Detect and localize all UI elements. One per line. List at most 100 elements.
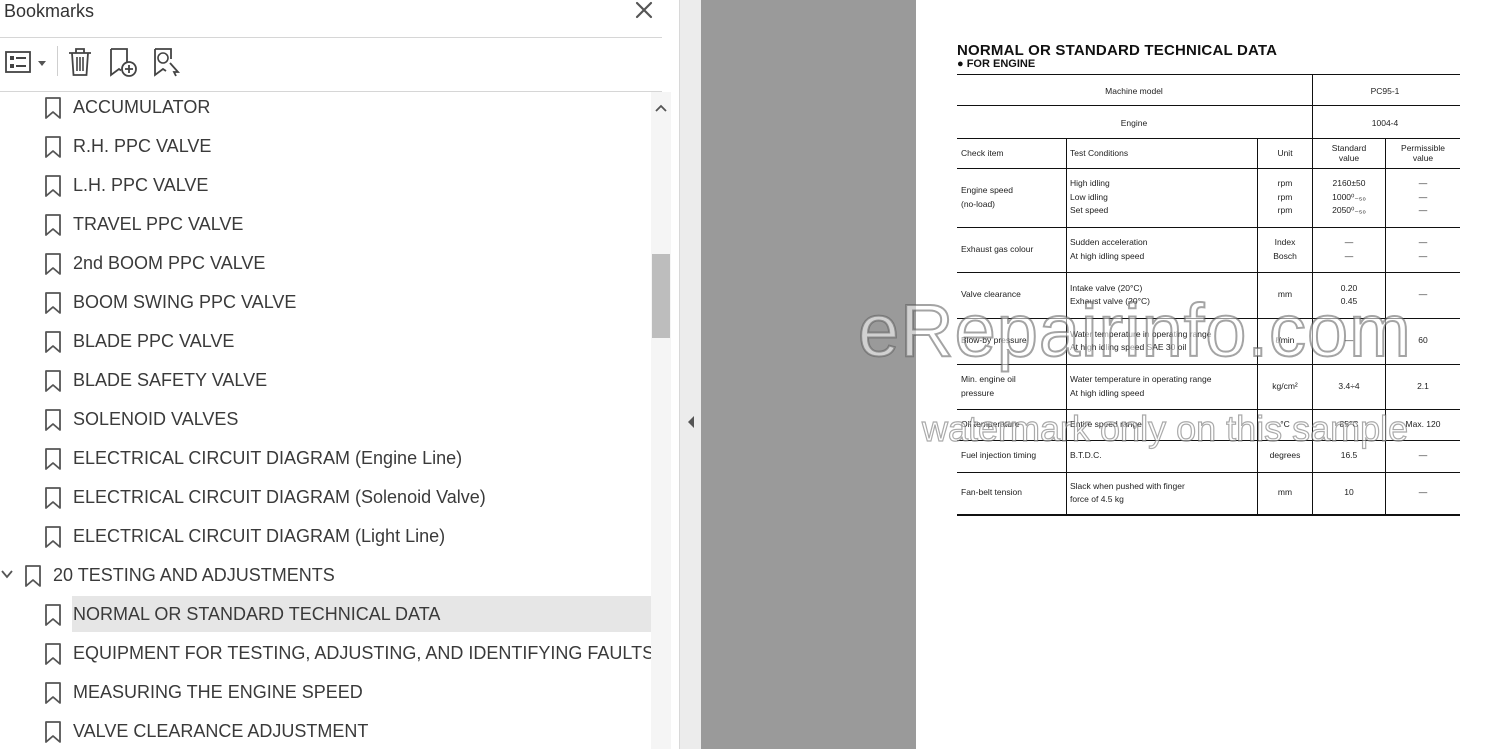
test-condition: Low idling xyxy=(1070,191,1108,202)
test-condition: Set speed xyxy=(1070,205,1109,216)
unit-value: degrees xyxy=(1269,450,1301,461)
unit-value: kg/cm² xyxy=(1272,380,1298,391)
permissible-value: — xyxy=(1418,250,1428,261)
bookmark-label: ACCUMULATOR xyxy=(73,97,211,117)
test-condition: At high idling speed xyxy=(1070,250,1145,261)
test-condition: Water temperature in operating range xyxy=(1070,374,1212,384)
test-condition: Sudden acceleration xyxy=(1070,237,1148,247)
bookmark-item[interactable]: BLADE SAFETY VALVE xyxy=(0,362,651,398)
add-bookmark-icon[interactable] xyxy=(106,45,140,79)
find-bookmark-icon[interactable] xyxy=(150,45,184,79)
chevron-down-icon[interactable] xyxy=(0,567,14,581)
engine-value: 1004-4 xyxy=(1371,118,1399,128)
standard-value: 2050⁰₋₅₀ xyxy=(1332,205,1366,216)
permissible-value: — xyxy=(1418,237,1428,247)
bookmark-icon xyxy=(42,213,64,237)
test-condition: At high idling speed xyxy=(1070,387,1145,398)
bookmark-item[interactable]: TRAVEL PPC VALVE xyxy=(0,206,651,242)
standard-value: 10 xyxy=(1344,487,1354,498)
standard-value: 16.5 xyxy=(1340,450,1358,461)
permissible-value: — xyxy=(1418,205,1428,216)
check-item: pressure xyxy=(961,387,995,398)
close-icon[interactable] xyxy=(632,0,656,22)
bookmarks-toolbar xyxy=(0,40,662,88)
check-item: Exhaust gas colour xyxy=(961,243,1034,254)
toolbar-separator xyxy=(57,46,58,76)
unit-value: mm xyxy=(1277,487,1293,498)
permissible-value: — xyxy=(1418,487,1428,498)
divider xyxy=(0,37,662,38)
permissible-value: — xyxy=(1418,191,1428,202)
test-condition: force of 4.5 kg xyxy=(1070,494,1124,504)
document-subtitle: ● FOR ENGINE xyxy=(957,58,1036,70)
bookmark-icon xyxy=(42,291,64,315)
bookmark-item[interactable]: MEASURING THE ENGINE SPEED xyxy=(0,674,651,710)
check-item: Engine speed xyxy=(961,185,1013,195)
bookmark-item[interactable]: BOOM SWING PPC VALVE xyxy=(0,284,651,320)
bookmark-item[interactable]: R.H. PPC VALVE xyxy=(0,128,651,164)
engine-label: Engine xyxy=(1120,118,1148,128)
bookmark-icon xyxy=(42,330,64,354)
bookmark-item[interactable]: ELECTRICAL CIRCUIT DIAGRAM (Engine Line) xyxy=(0,440,651,476)
permissible-value: — xyxy=(1418,450,1428,461)
permissible-value: — xyxy=(1418,178,1428,189)
bookmark-label: L.H. PPC VALVE xyxy=(73,175,209,195)
bookmark-icon xyxy=(42,720,64,744)
column-header: Unit xyxy=(1277,148,1293,158)
standard-value: 3.4÷4 xyxy=(1338,380,1360,391)
bookmark-icon xyxy=(22,564,44,588)
bookmark-tree: ACCUMULATOR R.H. PPC VALVE L.H. PPC VALVE T… xyxy=(0,88,655,749)
bookmark-item[interactable]: ACCUMULATOR xyxy=(0,89,651,125)
test-condition: B.T.D.C. xyxy=(1070,450,1102,461)
bookmark-label: VALVE CLEARANCE ADJUSTMENT xyxy=(73,721,369,741)
watermark-sub: watermark only on this sample xyxy=(921,407,1409,449)
check-item: Min. engine oil xyxy=(961,374,1016,384)
bookmark-icon xyxy=(42,681,64,705)
bookmark-label: EQUIPMENT FOR TESTING, ADJUSTING, AND ID… xyxy=(73,643,655,663)
standard-value: — xyxy=(1344,237,1354,247)
bookmarks-panel: Bookmarks ACCUMULATOR R.H. PPC VALVE L.H… xyxy=(0,0,679,749)
bookmark-label: SOLENOID VALVES xyxy=(73,409,239,429)
standard-value: 1000⁰₋₅₀ xyxy=(1332,191,1366,202)
trash-icon[interactable] xyxy=(64,45,96,79)
bookmark-label: BLADE PPC VALVE xyxy=(73,331,235,351)
check-item: Fuel injection timing xyxy=(961,450,1037,461)
scroll-up-icon[interactable] xyxy=(655,100,667,112)
bookmark-item[interactable]: 20 TESTING AND ADJUSTMENTS xyxy=(0,557,651,593)
column-header: Check item xyxy=(961,148,1004,158)
check-item: Fan-belt tension xyxy=(961,487,1022,498)
bookmark-item[interactable]: SOLENOID VALVES xyxy=(0,401,651,437)
chevron-left-icon[interactable] xyxy=(686,414,696,430)
bookmark-item[interactable]: L.H. PPC VALVE xyxy=(0,167,651,203)
bookmark-label: ELECTRICAL CIRCUIT DIAGRAM (Solenoid Val… xyxy=(73,487,486,507)
bookmark-item[interactable]: EQUIPMENT FOR TESTING, ADJUSTING, AND ID… xyxy=(0,635,655,671)
unit-value: rpm xyxy=(1277,191,1293,202)
bookmark-item[interactable]: 2nd BOOM PPC VALVE xyxy=(0,245,651,281)
unit-value: Index xyxy=(1274,237,1296,247)
machine-model-value: PC95-1 xyxy=(1370,86,1400,96)
bookmark-label: BLADE SAFETY VALVE xyxy=(73,370,268,390)
test-condition: Slack when pushed with finger xyxy=(1070,480,1185,491)
bookmark-item[interactable]: ELECTRICAL CIRCUIT DIAGRAM (Solenoid Val… xyxy=(0,479,651,515)
bookmark-icon xyxy=(42,447,64,471)
scrollbar-thumb[interactable] xyxy=(652,254,670,338)
bookmark-item[interactable]: BLADE PPC VALVE xyxy=(0,323,651,359)
list-options-icon[interactable] xyxy=(4,45,48,79)
bookmark-label: 20 TESTING AND ADJUSTMENTS xyxy=(53,565,335,585)
bookmark-item[interactable]: VALVE CLEARANCE ADJUSTMENT xyxy=(0,713,651,749)
table-rule xyxy=(1312,74,1313,138)
watermark-main: eRepairinfo.com xyxy=(857,288,1412,373)
bookmark-icon xyxy=(42,486,64,510)
table-rule xyxy=(957,514,1460,516)
column-header: value xyxy=(1338,153,1360,163)
bookmark-item[interactable]: ELECTRICAL CIRCUIT DIAGRAM (Light Line) xyxy=(0,518,651,554)
unit-value: Bosch xyxy=(1273,250,1297,261)
bookmark-icon xyxy=(42,96,64,120)
bookmark-icon xyxy=(42,174,64,198)
column-header: value xyxy=(1412,153,1434,163)
scrollbar[interactable] xyxy=(651,92,671,749)
test-condition: High idling xyxy=(1070,178,1110,189)
bookmark-label: TRAVEL PPC VALVE xyxy=(73,214,244,234)
panel-collapse-handle[interactable] xyxy=(679,0,702,749)
bookmark-item[interactable]: NORMAL OR STANDARD TECHNICAL DATA xyxy=(45,596,651,632)
